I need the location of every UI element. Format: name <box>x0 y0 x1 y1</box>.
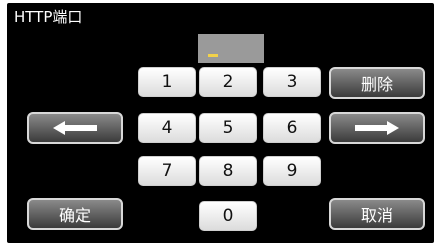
port-entry-screen: HTTP端口 1 2 3 4 5 6 7 8 9 0 确定 删除 取消 <box>7 3 434 243</box>
cursor-left-button[interactable] <box>27 112 123 144</box>
key-3[interactable]: 3 <box>263 67 321 97</box>
confirm-label: 确定 <box>58 206 91 225</box>
page-title: HTTP端口 <box>14 8 83 26</box>
key-9[interactable]: 9 <box>263 156 321 186</box>
key-7[interactable]: 7 <box>138 156 196 186</box>
delete-label: 删除 <box>360 75 393 94</box>
key-8[interactable]: 8 <box>199 156 257 186</box>
confirm-button[interactable]: 确定 <box>27 198 123 230</box>
delete-button[interactable]: 删除 <box>329 67 425 99</box>
key-1[interactable]: 1 <box>138 67 196 97</box>
key-6[interactable]: 6 <box>263 113 321 143</box>
cursor-right-button[interactable] <box>329 112 425 144</box>
text-cursor <box>208 54 218 57</box>
key-2[interactable]: 2 <box>199 67 257 97</box>
cancel-label: 取消 <box>360 206 393 225</box>
key-0[interactable]: 0 <box>199 201 257 231</box>
port-input-field[interactable] <box>198 34 264 63</box>
cancel-button[interactable]: 取消 <box>329 198 425 230</box>
left-arrow-icon <box>53 121 97 135</box>
key-5[interactable]: 5 <box>199 113 257 143</box>
right-arrow-icon <box>355 121 399 135</box>
key-4[interactable]: 4 <box>138 113 196 143</box>
